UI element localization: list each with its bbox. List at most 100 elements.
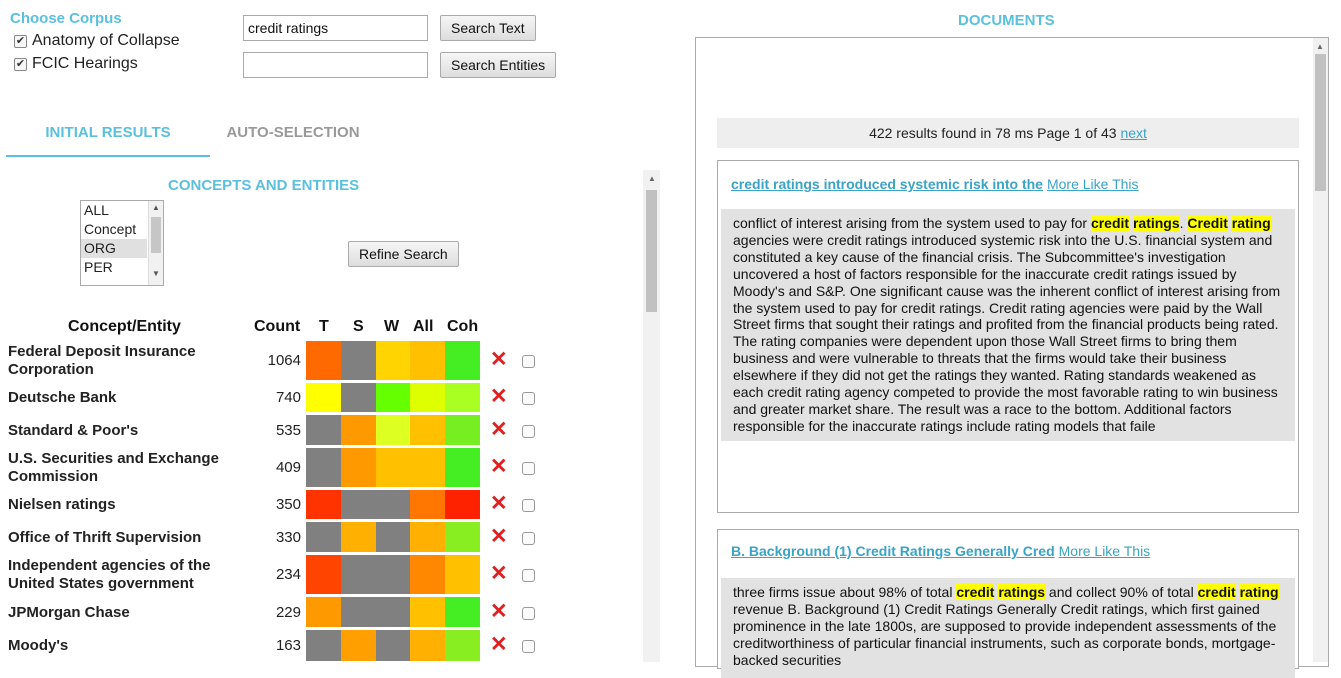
score-cell-s — [341, 630, 376, 661]
scroll-up-arrow-icon[interactable]: ▲ — [648, 174, 656, 183]
search-text-input[interactable] — [243, 15, 428, 41]
listbox-option-all[interactable]: ALL — [81, 201, 147, 220]
remove-entity-x-icon[interactable]: ✕ — [490, 526, 508, 547]
active-tab-indicator — [6, 155, 210, 157]
score-cell-t — [306, 522, 341, 552]
snippet-text: agencies were credit ratings introduced … — [733, 231, 1281, 434]
remove-entity-x-icon[interactable]: ✕ — [490, 634, 508, 655]
document-card: credit ratings introduced systemic risk … — [717, 160, 1299, 513]
listbox-scroll-thumb[interactable] — [151, 217, 161, 253]
search-term-highlight: credit — [1090, 215, 1130, 231]
remove-entity-x-icon[interactable]: ✕ — [490, 419, 508, 440]
score-cell-coh — [445, 630, 480, 661]
snippet-text: and collect 90% of total — [1045, 584, 1198, 600]
entity-type-listbox[interactable]: ALL Concept ORG PER ▲ ▼ — [80, 200, 164, 286]
corpus-option-fcic[interactable]: ✔ FCIC Hearings — [14, 55, 138, 73]
document-card-header: B. Background (1) Credit Ratings General… — [731, 543, 1150, 561]
remove-entity-x-icon[interactable]: ✕ — [490, 563, 508, 584]
column-header-all: All — [413, 318, 434, 335]
score-cell-t — [306, 630, 341, 661]
entity-name[interactable]: U.S. Securities and Exchange Commission — [8, 450, 253, 486]
remove-entity-x-icon[interactable]: ✕ — [490, 386, 508, 407]
score-cell-w — [376, 555, 411, 594]
entity-select-checkbox[interactable] — [522, 606, 535, 620]
refine-search-button[interactable]: Refine Search — [348, 241, 459, 267]
concepts-entities-title: CONCEPTS AND ENTITIES — [168, 177, 360, 194]
entity-name[interactable]: Independent agencies of the United State… — [8, 557, 253, 593]
scroll-up-arrow-icon[interactable]: ▲ — [152, 203, 160, 212]
entity-select-checkbox[interactable] — [522, 424, 535, 438]
left-panel-scrollbar[interactable]: ▲ — [643, 170, 660, 662]
next-page-link[interactable]: next — [1120, 125, 1146, 141]
listbox-option-concept[interactable]: Concept — [81, 220, 147, 239]
checkbox-checked-icon[interactable]: ✔ — [14, 57, 27, 71]
entity-name[interactable]: Deutsche Bank — [8, 389, 253, 407]
tab-initial-results[interactable]: INITIAL RESULTS — [6, 124, 210, 141]
score-cell-t — [306, 415, 341, 445]
entity-select-checkbox[interactable] — [522, 392, 535, 405]
document-title-link[interactable]: B. Background (1) Credit Ratings General… — [731, 543, 1055, 559]
scroll-down-arrow-icon[interactable]: ▼ — [152, 269, 160, 278]
score-cell-coh — [445, 383, 480, 412]
checkbox-checked-icon[interactable]: ✔ — [14, 34, 27, 48]
snippet-text: three firms issue about 98% of total — [733, 584, 957, 600]
entity-name[interactable]: JPMorgan Chase — [8, 604, 253, 622]
entity-name[interactable]: Moody's — [8, 637, 253, 655]
search-term-highlight: credit — [956, 584, 995, 600]
results-summary-bar: 422 results found in 78 ms Page 1 of 43 … — [717, 118, 1299, 148]
score-cell-t — [306, 341, 341, 380]
entity-count: 234 — [275, 566, 301, 583]
scroll-up-arrow-icon[interactable]: ▲ — [1316, 42, 1324, 51]
score-cell-all — [410, 448, 445, 487]
entity-name[interactable]: Standard & Poor's — [8, 422, 253, 440]
search-term-highlight: ratings — [998, 584, 1046, 600]
score-cell-coh — [445, 448, 480, 487]
score-cell-s — [341, 448, 376, 487]
entity-count: 229 — [275, 603, 301, 621]
entity-select-checkbox[interactable] — [522, 640, 535, 653]
documents-title: DOCUMENTS — [958, 12, 1055, 29]
score-cell-w — [376, 383, 411, 412]
listbox-option-org[interactable]: ORG — [81, 239, 147, 258]
results-summary-text: 422 results found in 78 ms Page 1 of 43 — [869, 125, 1117, 141]
score-cell-coh — [445, 597, 480, 627]
search-term-highlight: rating — [1231, 215, 1271, 231]
entity-count: 409 — [275, 459, 301, 476]
document-title-link[interactable]: credit ratings introduced systemic risk … — [731, 176, 1043, 192]
score-cell-coh — [445, 341, 480, 380]
tab-auto-selection[interactable]: AUTO-SELECTION — [210, 124, 376, 141]
documents-scrollbar[interactable]: ▲ — [1313, 38, 1328, 662]
entity-name[interactable]: Federal Deposit Insurance Corporation — [8, 343, 253, 379]
score-cell-s — [341, 490, 376, 519]
document-card-header: credit ratings introduced systemic risk … — [731, 176, 1139, 194]
more-like-this-link[interactable]: More Like This — [1059, 543, 1151, 559]
entity-select-checkbox[interactable] — [522, 462, 535, 475]
listbox-scrollbar[interactable]: ▲ ▼ — [148, 201, 163, 285]
remove-entity-x-icon[interactable]: ✕ — [490, 601, 508, 622]
search-entities-input[interactable] — [243, 52, 428, 78]
entity-name[interactable]: Office of Thrift Supervision — [8, 529, 253, 547]
score-cell-coh — [445, 522, 480, 552]
score-cell-s — [341, 415, 376, 445]
entity-name[interactable]: Nielsen ratings — [8, 496, 253, 514]
score-cell-w — [376, 448, 411, 487]
entity-count: 1064 — [267, 352, 301, 369]
remove-entity-x-icon[interactable]: ✕ — [490, 456, 508, 477]
left-scroll-thumb[interactable] — [646, 190, 657, 312]
entity-select-checkbox[interactable] — [522, 569, 535, 582]
more-like-this-link[interactable]: More Like This — [1047, 176, 1139, 192]
score-cell-all — [410, 383, 445, 412]
documents-scroll-thumb[interactable] — [1315, 54, 1326, 191]
score-cell-all — [410, 341, 445, 380]
score-cell-coh — [445, 415, 480, 445]
entity-select-checkbox[interactable] — [522, 355, 535, 368]
remove-entity-x-icon[interactable]: ✕ — [490, 349, 508, 370]
score-cell-w — [376, 415, 411, 445]
search-text-button[interactable]: Search Text — [440, 15, 536, 41]
entity-select-checkbox[interactable] — [522, 531, 535, 545]
remove-entity-x-icon[interactable]: ✕ — [490, 493, 508, 514]
search-entities-button[interactable]: Search Entities — [440, 52, 557, 78]
corpus-option-anatomy[interactable]: ✔ Anatomy of Collapse — [14, 32, 180, 50]
entity-select-checkbox[interactable] — [522, 499, 535, 512]
listbox-option-per[interactable]: PER — [81, 258, 147, 277]
